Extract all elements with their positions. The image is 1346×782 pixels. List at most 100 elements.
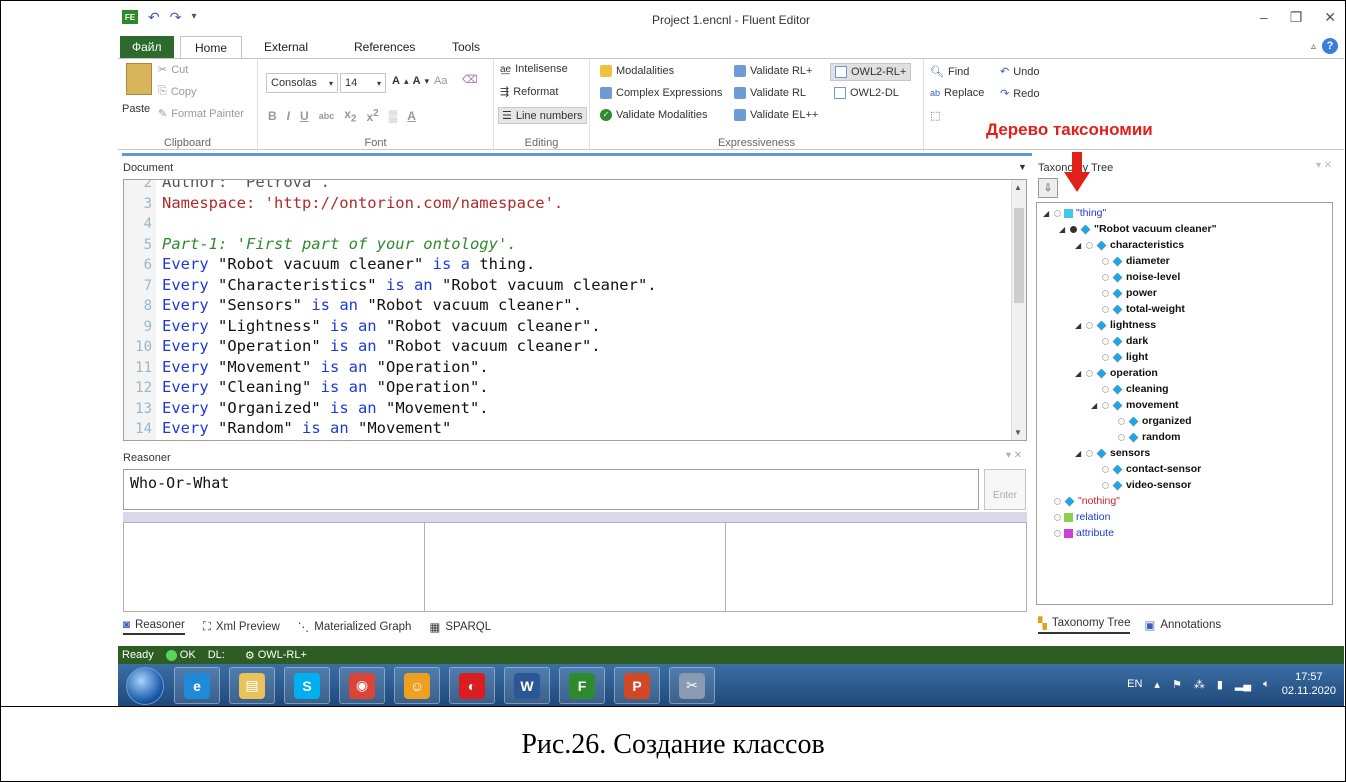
expand-toggle-icon[interactable]: ◢ [1043, 209, 1051, 218]
radio-icon[interactable] [1102, 385, 1109, 393]
tree-node[interactable]: light [1091, 351, 1148, 363]
taskbar-app-app-orange[interactable]: ☺ [394, 667, 440, 704]
replace-button[interactable]: ab Replace [930, 87, 984, 99]
complex-expressions-button[interactable]: Complex Expressions [600, 87, 722, 99]
superscript-icon[interactable]: x2 [366, 108, 378, 124]
expand-toggle-icon[interactable]: ◢ [1075, 321, 1083, 330]
cut-button[interactable]: ✂ Cut [158, 63, 188, 77]
tree-node[interactable]: video-sensor [1091, 479, 1191, 491]
paste-icon[interactable] [126, 63, 152, 95]
radio-icon[interactable] [1054, 497, 1061, 505]
code-line[interactable]: 11 Every "Movement" is an "Operation". [124, 357, 1014, 378]
code-line[interactable]: 5 Part-1: 'First part of your ontology'. [124, 234, 1014, 255]
taskbar-app-explorer[interactable]: ▤ [229, 667, 275, 704]
radio-icon[interactable] [1054, 209, 1061, 217]
reasoner-query-input[interactable]: Who-Or-What [123, 469, 979, 510]
taskbar-app-skype[interactable]: S [284, 667, 330, 704]
code-line[interactable]: 8 Every "Sensors" is an "Robot vacuum cle… [124, 295, 1014, 316]
radio-icon[interactable] [1118, 433, 1125, 441]
network-icon[interactable]: ⁂ [1194, 678, 1205, 691]
radio-icon[interactable] [1102, 257, 1109, 265]
expand-toggle-icon[interactable]: ◢ [1091, 401, 1099, 410]
code-line[interactable]: 7 Every "Characteristics" is an "Robot va… [124, 275, 1014, 296]
tree-node[interactable]: ◢ "Robot vacuum cleaner" [1059, 223, 1217, 235]
radio-icon[interactable] [1102, 465, 1109, 473]
tab-annotations[interactable]: ▣ Annotations [1144, 618, 1221, 632]
tree-node[interactable]: attribute [1043, 527, 1114, 539]
expand-toggle-icon[interactable]: ◢ [1075, 369, 1083, 378]
taskbar-app-tool[interactable]: ✂ [669, 667, 715, 704]
tree-node[interactable]: cleaning [1091, 383, 1169, 395]
validate-el-button[interactable]: Validate EL++ [734, 109, 818, 121]
owl2-rl-plus-button[interactable]: OWL2-RL+ [830, 63, 912, 81]
line-numbers-button[interactable]: ☰ Line numbers [498, 107, 587, 124]
bold-icon[interactable]: B [268, 109, 277, 123]
reformat-button[interactable]: ⇶ Reformat [500, 85, 558, 99]
tab-references[interactable]: References [346, 38, 423, 56]
tab-reasoner[interactable]: ◙ Reasoner [123, 619, 185, 635]
format-painter-button[interactable]: ✎ Format Painter [158, 107, 244, 121]
tree-node[interactable]: noise-level [1091, 271, 1180, 283]
expand-toggle-icon[interactable]: ◢ [1075, 241, 1083, 250]
restore-button[interactable]: ❐ [1290, 9, 1303, 26]
expand-toggle-icon[interactable]: ◢ [1075, 449, 1083, 458]
taskbar-app-fluent[interactable]: F [559, 667, 605, 704]
code-line[interactable]: 12 Every "Cleaning" is an "Operation". [124, 377, 1014, 398]
tree-node[interactable]: ◢ sensors [1075, 447, 1150, 459]
reasoner-panel-controls[interactable]: ▾ ✕ [1006, 450, 1022, 461]
tree-node[interactable]: ◢ movement [1091, 399, 1179, 411]
tree-node[interactable]: contact-sensor [1091, 463, 1201, 475]
radio-icon[interactable] [1118, 417, 1125, 425]
font-family-select[interactable]: Consolas ▾ [266, 73, 338, 93]
code-line[interactable]: 6 Every "Robot vacuum cleaner" is a thing… [124, 254, 1014, 275]
radio-icon[interactable] [1070, 225, 1077, 233]
taskbar-app-chrome[interactable]: ◉ [339, 667, 385, 704]
minimize-button[interactable]: – [1260, 9, 1268, 26]
code-line[interactable]: 4 [124, 213, 1014, 234]
expand-toggle-icon[interactable]: ◢ [1059, 225, 1067, 234]
start-button[interactable] [126, 667, 164, 705]
code-line[interactable]: 10 Every "Operation" is an "Robot vacuum … [124, 336, 1014, 357]
tree-node[interactable]: relation [1043, 511, 1110, 523]
code-line[interactable]: 3 Namespace: 'http://ontorion.com/namespa… [124, 193, 1014, 214]
paste-button[interactable]: Paste [122, 103, 150, 115]
tab-external[interactable]: External [256, 38, 316, 56]
document-menu-icon[interactable]: ▼ [1018, 162, 1027, 172]
tree-node[interactable]: total-weight [1091, 303, 1185, 315]
enter-button[interactable]: Enter [984, 469, 1026, 510]
tab-file[interactable]: Файл [120, 36, 174, 58]
taskbar-app-powerpoint[interactable]: P [614, 667, 660, 704]
tree-node[interactable]: ◢ characteristics [1075, 239, 1184, 251]
taskbar-app-app-red[interactable]: ◐ [449, 667, 495, 704]
radio-icon[interactable] [1102, 401, 1109, 409]
taxonomy-panel-controls[interactable]: ▾ ✕ [1316, 160, 1332, 171]
collapse-ribbon-icon[interactable]: ▵ [1311, 41, 1316, 52]
radio-icon[interactable] [1102, 481, 1109, 489]
tree-node[interactable]: "nothing" [1043, 495, 1120, 507]
owl2-dl-button[interactable]: OWL2-DL [834, 87, 899, 99]
radio-icon[interactable] [1102, 305, 1109, 313]
highlight-icon[interactable]: ▒ [389, 109, 398, 123]
radio-icon[interactable] [1086, 321, 1093, 329]
scroll-up-icon[interactable]: ▲ [1014, 183, 1022, 192]
code-line[interactable]: 9 Every "Lightness" is an "Robot vacuum c… [124, 316, 1014, 337]
code-editor[interactable]: 2 Author: 'Petrova'. 3 Namespace: 'http://o… [123, 179, 1027, 441]
tray-expand-icon[interactable]: ▴ [1154, 678, 1160, 691]
strike-icon[interactable]: abc [319, 111, 335, 121]
help-icon[interactable]: ? [1322, 38, 1338, 54]
clear-format-icon[interactable]: ⌫ [462, 73, 478, 86]
close-button[interactable]: ✕ [1324, 9, 1336, 26]
font-size-select[interactable]: 14 ▾ [340, 73, 386, 93]
tree-node[interactable]: ◢ lightness [1075, 319, 1156, 331]
radio-icon[interactable] [1086, 449, 1093, 457]
scroll-thumb[interactable] [1014, 208, 1024, 303]
code-line[interactable]: 13 Every "Organized" is an "Movement". [124, 398, 1014, 419]
grow-font-icon[interactable]: A ▴ A ▾ [392, 75, 429, 87]
radio-icon[interactable] [1102, 353, 1109, 361]
language-indicator[interactable]: EN [1127, 678, 1142, 690]
tab-home[interactable]: Home [180, 36, 243, 58]
radio-icon[interactable] [1054, 513, 1061, 521]
tab-xml-preview[interactable]: ⛶ Xml Preview [203, 621, 280, 634]
taxonomy-tree[interactable]: ◢ "thing" ◢ "Robot vacuum cleaner" ◢ characte… [1036, 202, 1333, 605]
radio-icon[interactable] [1054, 529, 1061, 537]
